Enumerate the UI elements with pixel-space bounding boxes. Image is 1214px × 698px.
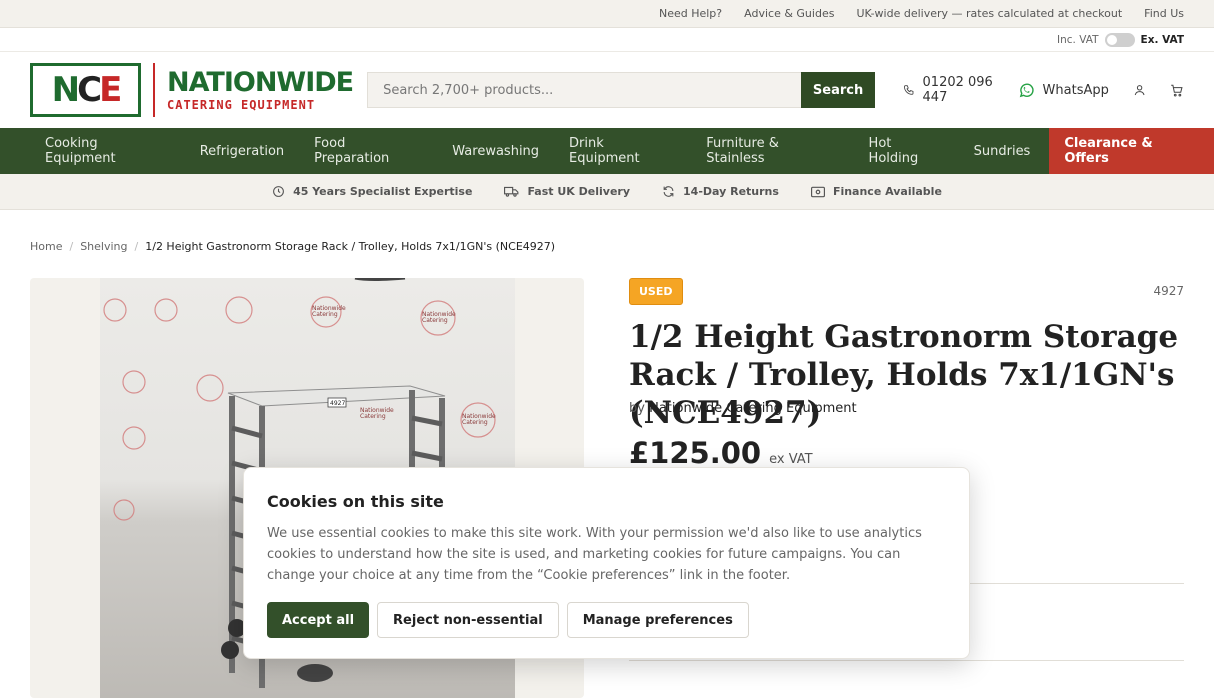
need-help-link[interactable]: Need Help? <box>659 7 722 20</box>
svg-text:Catering: Catering <box>312 311 338 318</box>
usp-delivery: Fast UK Delivery <box>504 185 630 198</box>
user-icon[interactable] <box>1133 81 1146 99</box>
nav-refrigeration[interactable]: Refrigeration <box>185 128 299 174</box>
ex-vat-label[interactable]: Ex. VAT <box>1141 34 1184 46</box>
breadcrumb-shelving[interactable]: Shelving <box>80 240 127 253</box>
site-logo[interactable]: NCE NATIONWIDE CATERING EQUIPMENT <box>30 63 354 117</box>
nav-warewashing[interactable]: Warewashing <box>437 128 554 174</box>
reject-non-essential-button[interactable]: Reject non-essential <box>377 602 559 638</box>
main-nav: Cooking Equipment Refrigeration Food Pre… <box>0 128 1214 174</box>
nav-furniture-stainless[interactable]: Furniture & Stainless <box>691 128 853 174</box>
vat-toggle[interactable] <box>1104 32 1135 47</box>
nav-food-preparation[interactable]: Food Preparation <box>299 128 437 174</box>
breadcrumb-current: 1/2 Height Gastronorm Storage Rack / Tro… <box>145 240 556 253</box>
search-input[interactable]: Search 2,700+ products... <box>367 72 802 108</box>
refresh-icon <box>663 186 674 197</box>
inc-vat-label[interactable]: Inc. VAT <box>1057 34 1099 46</box>
logo-name: NATIONWIDE <box>167 67 354 98</box>
usp-returns: 14-Day Returns <box>662 185 779 198</box>
truck-icon <box>504 186 519 197</box>
product-price: £125.00 ex VAT <box>629 436 813 470</box>
price-amount: £125.00 <box>629 436 762 470</box>
brand-link[interactable]: Nationwide Catering Equipment <box>649 401 857 416</box>
logo-divider <box>153 63 155 117</box>
product-byline: by Nationwide Catering Equipment <box>629 401 857 416</box>
usp-expertise: 45 Years Specialist Expertise <box>272 185 472 198</box>
divider <box>629 660 1184 661</box>
cart-icon[interactable] <box>1170 81 1184 100</box>
cookie-consent-dialog: Cookies on this site We use essential co… <box>243 467 970 659</box>
find-us-link[interactable]: Find Us <box>1144 7 1184 20</box>
phone-link[interactable]: 01202 096 447 <box>903 75 993 105</box>
breadcrumb-home[interactable]: Home <box>30 240 62 253</box>
vat-toggle-bar: Inc. VAT Ex. VAT <box>0 28 1214 52</box>
search-bar: Search 2,700+ products... Search <box>367 72 876 108</box>
whatsapp-icon <box>1019 83 1034 97</box>
nav-drink-equipment[interactable]: Drink Equipment <box>554 128 691 174</box>
site-header: NCE NATIONWIDE CATERING EQUIPMENT Search… <box>0 52 1214 128</box>
clock-icon <box>273 186 285 197</box>
breadcrumb: Home / Shelving / 1/2 Height Gastronorm … <box>30 240 556 253</box>
accept-all-button[interactable]: Accept all <box>267 602 370 638</box>
usp-finance: Finance Available <box>810 185 942 198</box>
search-button[interactable]: Search <box>801 72 876 108</box>
cookie-body: We use essential cookies to make this si… <box>267 526 922 583</box>
phone-number: 01202 096 447 <box>922 75 993 105</box>
price-vat-label: ex VAT <box>769 452 813 467</box>
cookie-title: Cookies on this site <box>267 492 444 511</box>
cookie-actions: Accept all Reject non-essential Manage p… <box>267 602 946 638</box>
nav-hot-holding[interactable]: Hot Holding <box>854 128 959 174</box>
whatsapp-link[interactable]: WhatsApp <box>1018 82 1109 99</box>
product-sku: 4927 <box>1153 284 1184 298</box>
svg-text:Catering: Catering <box>462 419 488 426</box>
usp-strip: 45 Years Specialist Expertise Fast UK De… <box>0 174 1214 210</box>
delivery-info-link[interactable]: UK-wide delivery — rates calculated at c… <box>856 7 1122 20</box>
nav-cooking-equipment[interactable]: Cooking Equipment <box>30 128 185 174</box>
logo-tagline: CATERING EQUIPMENT <box>167 98 316 112</box>
advice-guides-link[interactable]: Advice & Guides <box>744 7 834 20</box>
finance-icon <box>810 186 825 197</box>
byline-prefix: by <box>629 401 645 416</box>
svg-text:Catering: Catering <box>360 413 386 420</box>
condition-badge: USED <box>629 278 683 305</box>
header-actions: 01202 096 447 WhatsApp <box>903 75 1184 105</box>
nav-sundries[interactable]: Sundries <box>959 128 1046 174</box>
logo-mark: NCE <box>30 63 141 117</box>
product-image-tag: 4927 <box>330 400 345 407</box>
manage-preferences-button[interactable]: Manage preferences <box>566 602 749 638</box>
whatsapp-label: WhatsApp <box>1042 82 1109 98</box>
phone-icon <box>904 85 914 95</box>
svg-text:Catering: Catering <box>422 317 448 324</box>
utility-bar: Need Help? Advice & Guides UK-wide deliv… <box>0 0 1214 28</box>
nav-clearance-offers[interactable]: Clearance & Offers <box>1049 128 1214 174</box>
